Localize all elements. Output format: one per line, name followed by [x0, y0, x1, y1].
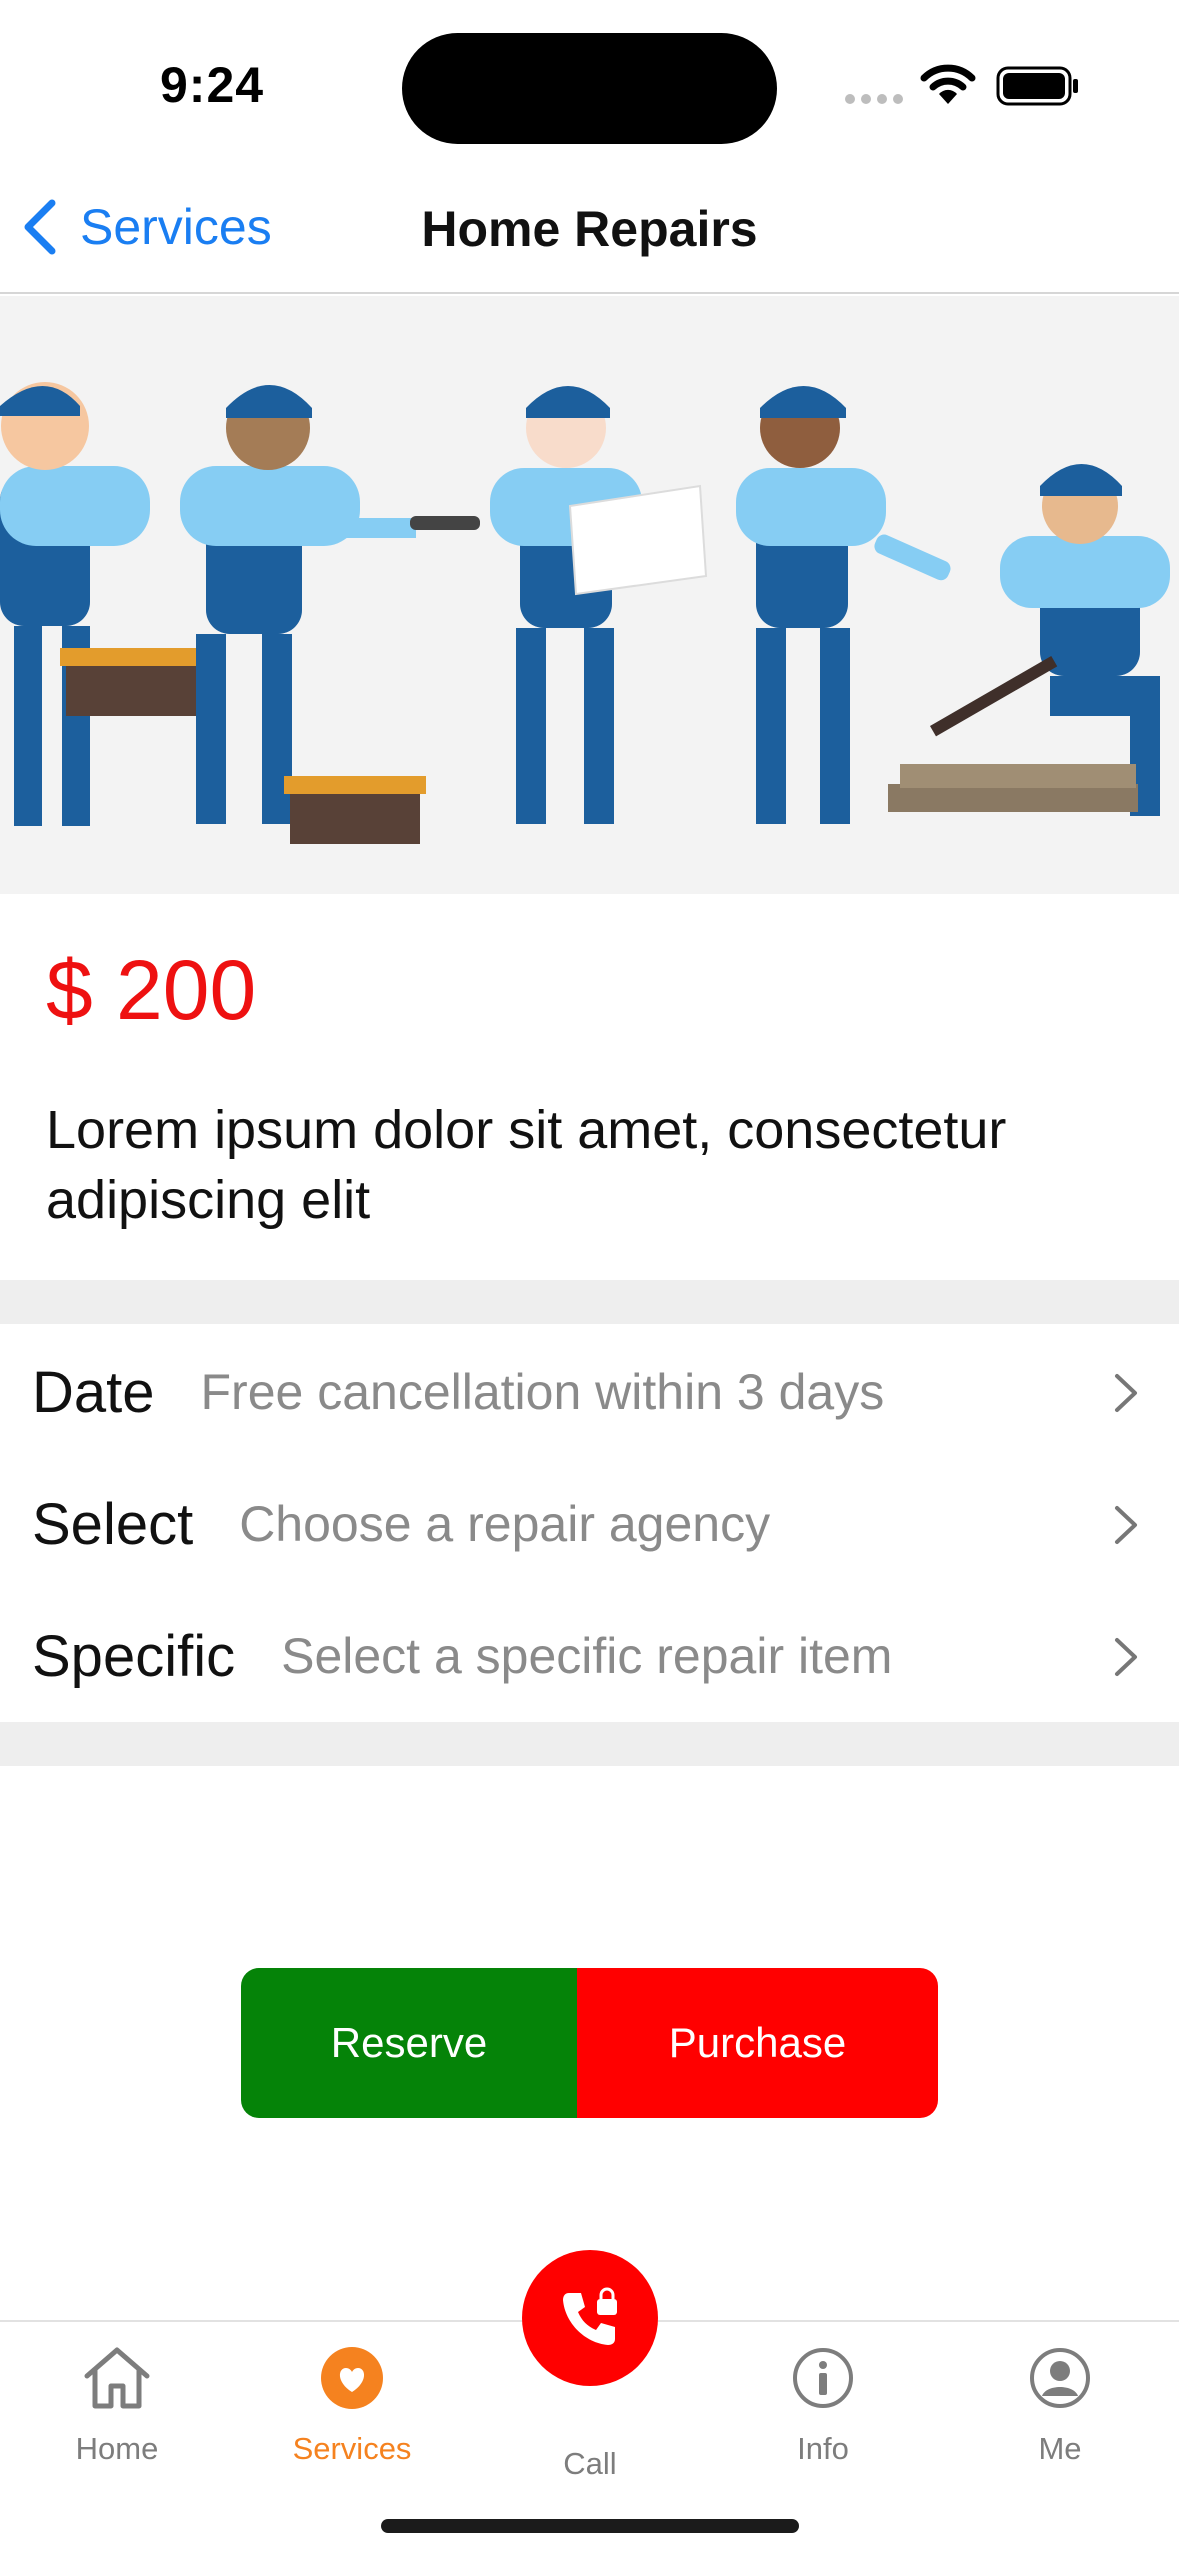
person-icon [1030, 2348, 1090, 2408]
dynamic-island [402, 33, 777, 144]
home-indicator [381, 2519, 799, 2533]
hero-image [0, 296, 1179, 894]
option-value: Choose a repair agency [239, 1496, 771, 1552]
option-row-date[interactable]: Date Free cancellation within 3 days [0, 1326, 1179, 1458]
tab-me[interactable]: Me [970, 2344, 1150, 2467]
phone-lock-icon [563, 2287, 617, 2345]
price-label: $ 200 [46, 943, 257, 1037]
navigation-bar: Services Home Repairs [0, 170, 1179, 294]
option-row-specific[interactable]: Specific Select a specific repair item [0, 1590, 1179, 1722]
info-icon [793, 2348, 853, 2408]
heart-icon [321, 2347, 383, 2409]
tab-info[interactable]: Info [733, 2344, 913, 2467]
battery-icon [996, 66, 1078, 106]
cellular-signal-icon [845, 94, 903, 104]
option-label: Select [32, 1491, 194, 1557]
page-title: Home Repairs [421, 201, 758, 257]
chevron-right-icon [1115, 1374, 1137, 1412]
reserve-button[interactable]: Reserve [241, 1968, 577, 2118]
tab-label: Services [292, 2431, 412, 2466]
tab-label: Info [797, 2431, 849, 2466]
option-label: Specific [32, 1623, 236, 1689]
option-row-select[interactable]: Select Choose a repair agency [0, 1458, 1179, 1590]
tab-call[interactable]: Call [500, 2446, 680, 2482]
call-button[interactable] [522, 2250, 658, 2386]
tab-label: Me [1038, 2431, 1082, 2466]
wifi-icon [920, 64, 976, 104]
tab-home[interactable]: Home [27, 2344, 207, 2467]
purchase-button[interactable]: Purchase [577, 1968, 938, 2118]
chevron-right-icon [1115, 1506, 1137, 1544]
option-value: Select a specific repair item [281, 1628, 893, 1684]
option-label: Date [32, 1359, 155, 1425]
action-buttons: Reserve Purchase [241, 1968, 938, 2118]
tab-label: Call [563, 2446, 617, 2481]
home-icon [84, 2347, 150, 2409]
status-bar: 9:24 [0, 0, 1179, 170]
chevron-right-icon [1115, 1638, 1137, 1676]
product-description: Lorem ipsum dolor sit amet, consectetur … [46, 1100, 1007, 1230]
status-time: 9:24 [160, 57, 265, 113]
repair-workers-illustration [0, 382, 1170, 844]
tab-label: Home [75, 2431, 159, 2466]
tab-services[interactable]: Services [262, 2344, 442, 2467]
section-divider [0, 1722, 1179, 1766]
option-value: Free cancellation within 3 days [200, 1364, 885, 1420]
section-divider [0, 1280, 1179, 1324]
